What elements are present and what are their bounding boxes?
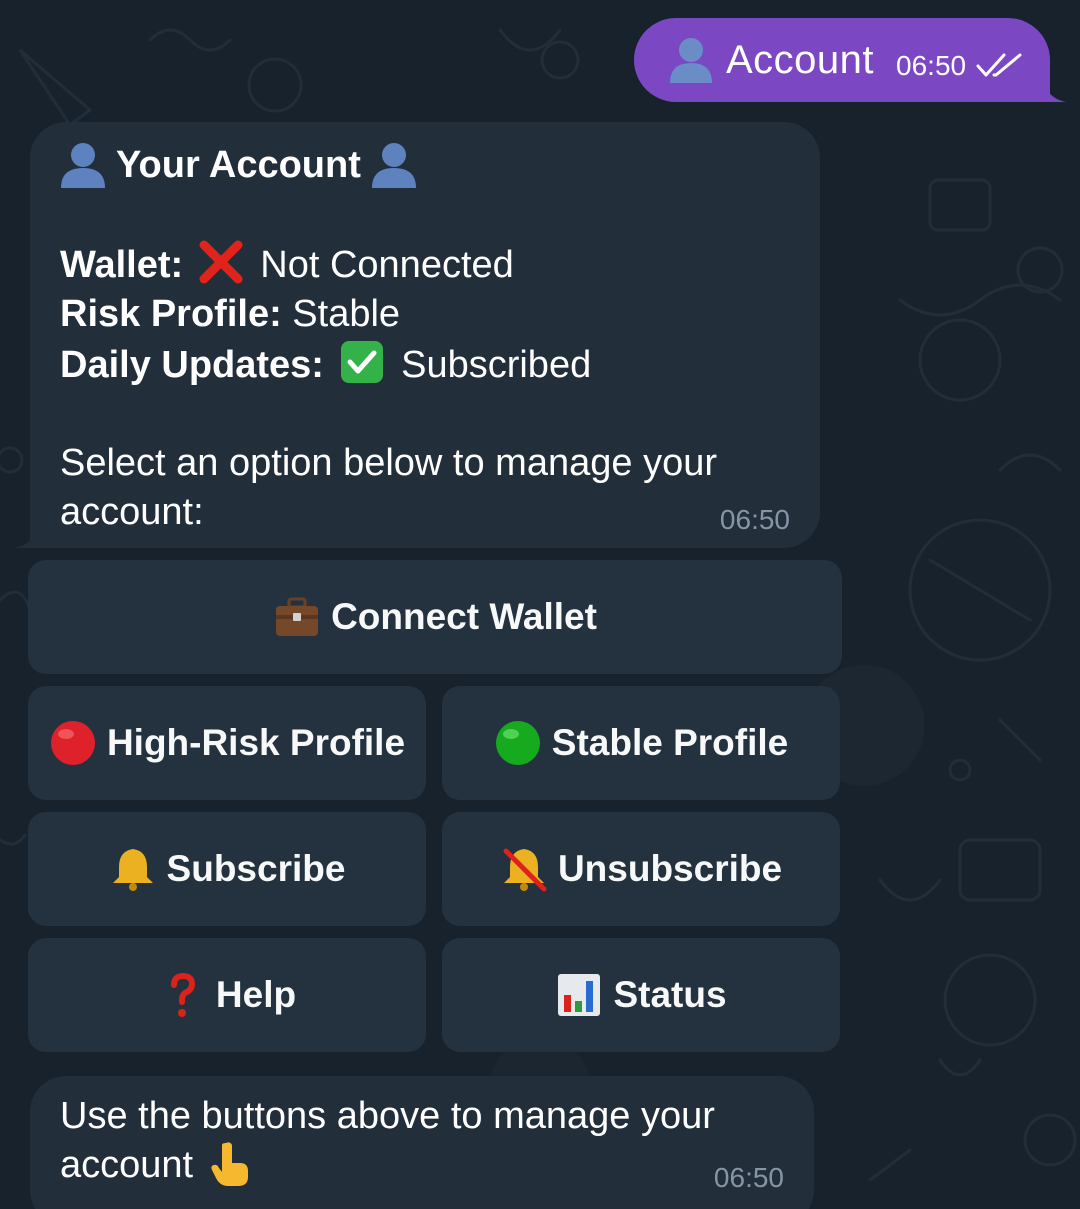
outgoing-message-bubble[interactable]: Account 06:50 [634,18,1050,102]
stable-profile-label: Stable Profile [551,722,789,763]
account-title: Your Account [60,140,790,190]
updates-line: Daily Updates: Subscribed [60,339,790,390]
account-message-bubble[interactable]: Your Account Wallet: Not Connected Risk … [30,122,820,548]
connect-wallet-label: Connect Wallet [331,596,597,637]
unsubscribe-label: Unsubscribe [557,848,783,889]
cross-mark-icon [199,240,243,284]
person-icon [670,38,712,83]
red-circle-icon [50,721,95,765]
bar-chart-icon [558,974,601,1016]
risk-value: Stable [292,293,401,335]
briefcase-icon [276,597,319,636]
unsubscribe-button[interactable]: Unsubscribe [442,812,840,926]
help-label: Help [215,974,297,1015]
bell-with-slash-icon [503,848,547,892]
updates-label: Daily Updates: [60,344,324,386]
updates-value: Subscribed [401,344,592,386]
status-label: Status [613,974,727,1015]
subscribe-label: Subscribe [166,848,346,889]
risk-line: Risk Profile: Stable [60,290,790,339]
check-mark-button-icon [340,341,383,383]
subscribe-button[interactable]: Subscribe [28,812,426,926]
footer-message-text: Use the buttons above to manage your acc… [60,1095,715,1186]
pointing-down-icon [210,1142,248,1186]
green-circle-icon [495,721,540,765]
status-button[interactable]: Status [442,938,840,1052]
person-icon [61,143,105,188]
outgoing-message-text: Account [726,37,875,82]
wallet-label: Wallet: [60,244,184,286]
account-prompt: Select an option below to manage your ac… [60,442,717,533]
connect-wallet-button[interactable]: Connect Wallet [28,560,842,674]
outgoing-message-time: 06:50 [896,50,967,81]
wallet-line: Wallet: Not Connected [60,239,790,290]
high-risk-profile-button[interactable]: High-Risk Profile [28,686,426,800]
person-icon [371,143,416,188]
account-message-time: 06:50 [719,504,790,535]
stable-profile-button[interactable]: Stable Profile [442,686,840,800]
risk-label: Risk Profile: [60,293,282,335]
high-risk-profile-label: High-Risk Profile [106,722,406,763]
footer-message-time: 06:50 [713,1162,784,1193]
bell-icon [112,849,153,891]
footer-message-line: Use the buttons above to manage your acc… [60,1092,790,1190]
question-mark-icon [170,972,195,1017]
chat-area: Account 06:50 Your Account Wallet: Not C… [0,0,1080,1209]
help-button[interactable]: Help [28,938,426,1052]
outgoing-message-meta: 06:50 [896,50,1024,82]
double-check-icon [976,53,1022,77]
wallet-value: Not Connected [260,244,514,286]
account-title-text: Your Account [116,143,361,186]
outgoing-bubble-tail [1040,70,1066,102]
footer-message-bubble[interactable]: Use the buttons above to manage your acc… [30,1076,814,1209]
